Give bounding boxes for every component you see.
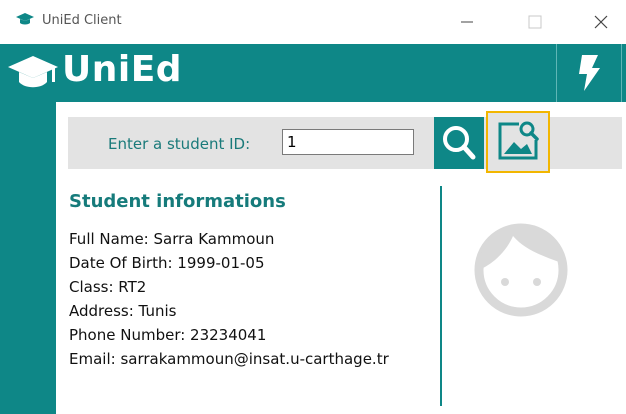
quick-action-button[interactable] [556,44,622,102]
title-bar: UniEd Client [0,0,626,44]
minimize-button[interactable] [444,6,490,38]
student-id-input[interactable] [282,129,414,155]
search-button[interactable] [434,117,484,169]
close-button[interactable] [578,6,624,38]
window-title: UniEd Client [42,13,122,28]
phone-text: Phone Number: 23234041 [69,326,267,344]
student-id-label: Enter a student ID: [108,135,251,153]
maximize-button[interactable] [512,6,558,38]
graduation-cap-icon [16,13,34,25]
search-bar: Enter a student ID: [68,111,622,173]
email-text: Email: sarrakammoun@insat.u-carthage.tr [69,350,389,368]
content-divider [440,186,442,406]
lightning-icon [579,55,600,91]
student-info-title: Student informations [69,191,286,212]
avatar-placeholder-icon [474,223,568,317]
side-strip [0,102,56,414]
graduation-cap-icon [8,56,58,88]
image-search-icon [498,120,539,160]
magnifier-icon [443,126,476,160]
app-header: UniEd [0,44,626,102]
load-photo-button[interactable] [486,111,550,173]
full-name-text: Full Name: Sarra Kammoun [69,230,275,248]
date-of-birth-text: Date Of Birth: 1999-01-05 [69,254,265,272]
brand-name: UniEd [62,49,183,90]
address-text: Address: Tunis [69,302,177,320]
class-text: Class: RT2 [69,278,147,296]
